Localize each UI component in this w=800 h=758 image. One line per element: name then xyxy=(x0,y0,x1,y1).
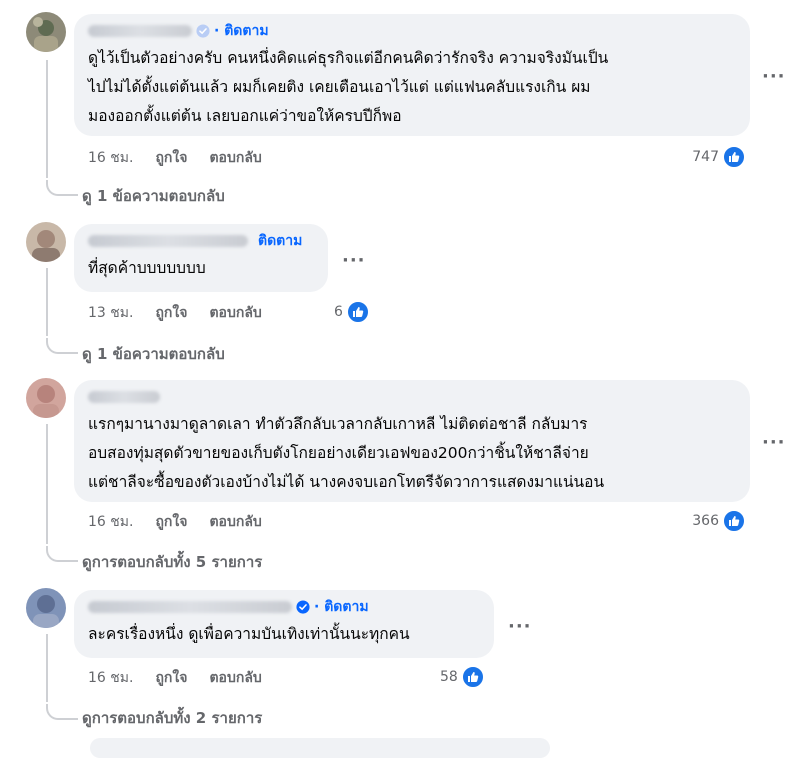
reply-button[interactable]: ตอบกลับ xyxy=(209,302,261,324)
commenter-avatar[interactable] xyxy=(26,588,66,628)
comment-time[interactable]: 16 ชม. xyxy=(88,667,133,689)
commenter-avatar[interactable] xyxy=(26,378,66,418)
verified-badge-icon xyxy=(196,24,210,38)
thread-line xyxy=(46,60,48,178)
commenter-name-blurred[interactable] xyxy=(88,601,292,613)
comment-header xyxy=(88,388,160,406)
view-replies-link[interactable]: ดูการตอบกลับทั้ง 2 รายการ xyxy=(82,706,262,730)
reaction-summary[interactable]: 747 xyxy=(692,145,746,169)
more-options-icon[interactable]: ··· xyxy=(508,618,532,636)
like-button[interactable]: ถูกใจ xyxy=(155,667,187,689)
view-replies-link[interactable]: ดู 1 ข้อความตอบกลับ xyxy=(82,184,225,208)
view-replies-link[interactable]: ดู 1 ข้อความตอบกลับ xyxy=(82,342,225,366)
reaction-count: 58 xyxy=(440,669,458,685)
reaction-count: 747 xyxy=(692,149,719,165)
comment-bubble: · ติดตาม ละครเรื่องหนึ่ง ดูเพื่อความบันเ… xyxy=(74,590,494,658)
more-options-icon[interactable]: ··· xyxy=(762,434,786,452)
more-options-icon[interactable]: ··· xyxy=(342,252,366,270)
comment-header: · ติดตาม xyxy=(88,598,369,616)
comment-text: แรกๆมานางมาดูลาดเลา ทำตัวลึกลับเวลากลับเ… xyxy=(88,415,605,491)
like-button[interactable]: ถูกใจ xyxy=(155,302,187,324)
comment-header: ติดตาม xyxy=(88,232,302,250)
like-button[interactable]: ถูกใจ xyxy=(155,511,187,533)
reaction-summary[interactable]: 6 xyxy=(334,300,370,324)
commenter-name-blurred[interactable] xyxy=(88,235,248,247)
thread-line xyxy=(46,634,48,702)
comment-text: ดูไว้เป็นตัวอย่างครับ คนหนึ่งคิดแค่ธุรกิ… xyxy=(88,49,609,125)
verified-badge-icon xyxy=(296,600,310,614)
comment-bubble: ติดตาม ที่สุดค้าบบบบบบบ xyxy=(74,224,328,292)
like-thumb-icon xyxy=(345,300,370,324)
comment-actions: 16 ชม. ถูกใจ ตอบกลับ xyxy=(88,512,262,532)
comment-text: ละครเรื่องหนึ่ง ดูเพื่อความบันเทิงเท่านั… xyxy=(88,625,410,643)
comment-text: ที่สุดค้าบบบบบบบ xyxy=(88,259,206,277)
like-button[interactable]: ถูกใจ xyxy=(155,147,187,169)
comment-actions: 16 ชม. ถูกใจ ตอบกลับ xyxy=(88,668,262,688)
follow-button[interactable]: · ติดตาม xyxy=(214,20,269,42)
reply-connector xyxy=(46,338,78,354)
like-thumb-icon xyxy=(460,665,485,689)
reply-connector xyxy=(46,546,78,562)
thread-line xyxy=(46,424,48,544)
commenter-avatar[interactable] xyxy=(26,222,66,262)
reply-button[interactable]: ตอบกลับ xyxy=(209,667,261,689)
reply-connector xyxy=(46,180,78,196)
follow-button[interactable]: ติดตาม xyxy=(258,230,302,252)
comment-actions: 13 ชม. ถูกใจ ตอบกลับ xyxy=(88,303,262,323)
comment-time[interactable]: 16 ชม. xyxy=(88,511,133,533)
comment-time[interactable]: 13 ชม. xyxy=(88,302,133,324)
reply-button[interactable]: ตอบกลับ xyxy=(209,511,261,533)
reaction-count: 366 xyxy=(692,513,719,529)
comment-actions: 16 ชม. ถูกใจ ตอบกลับ xyxy=(88,148,262,168)
reaction-summary[interactable]: 58 xyxy=(440,665,485,689)
comment-bubble: แรกๆมานางมาดูลาดเลา ทำตัวลึกลับเวลากลับเ… xyxy=(74,380,750,502)
reply-connector xyxy=(46,704,78,720)
comment-header: · ติดตาม xyxy=(88,22,269,40)
commenter-name-blurred[interactable] xyxy=(88,391,160,403)
view-replies-link[interactable]: ดูการตอบกลับทั้ง 5 รายการ xyxy=(82,550,262,574)
commenter-name-blurred[interactable] xyxy=(88,25,192,37)
reaction-summary[interactable]: 366 xyxy=(692,509,746,533)
comment-time[interactable]: 16 ชม. xyxy=(88,147,133,169)
comment-bubble: · ติดตาม ดูไว้เป็นตัวอย่างครับ คนหนึ่งคิ… xyxy=(74,14,750,136)
commenter-avatar[interactable] xyxy=(26,12,66,52)
reply-button[interactable]: ตอบกลับ xyxy=(209,147,261,169)
reaction-count: 6 xyxy=(334,304,343,320)
like-thumb-icon xyxy=(722,145,746,169)
thread-line xyxy=(46,268,48,336)
follow-button[interactable]: · ติดตาม xyxy=(314,596,369,618)
more-options-icon[interactable]: ··· xyxy=(762,68,786,86)
like-thumb-icon xyxy=(722,509,746,533)
next-comment-bubble xyxy=(90,738,550,758)
